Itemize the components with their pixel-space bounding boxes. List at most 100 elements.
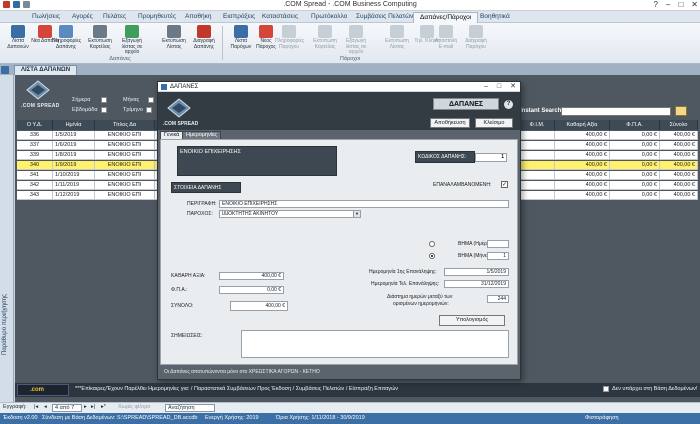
ribbon-button[interactable]: Εκτύπωση Καρτέλας [311,25,339,50]
dialog-maximize-button[interactable]: □ [497,82,501,92]
table-cell[interactable]: 400,00 € [555,131,610,140]
table-cell[interactable]: 400,00 € [555,181,610,190]
table-cell[interactable]: 0,00 € [610,141,660,150]
ribbon-button[interactable]: Εκτύπωση Λίστας [160,25,188,50]
step-months-radio[interactable] [429,253,435,259]
table-cell[interactable]: 400,00 € [660,161,698,170]
filter-checkbox[interactable] [148,97,155,103]
column-header-net[interactable]: Καθαρή Αξία [555,120,610,130]
menu-tab[interactable]: Πρωτόκολλο [305,12,353,23]
menu-tab[interactable]: Εισπράξεις [217,12,261,23]
menu-tab[interactable]: Δαπάνες/Πάροχοι [413,12,479,23]
help-icon[interactable]: ? [504,100,513,109]
calculate-button[interactable]: Υπολογισμός [439,315,505,326]
help-icon[interactable]: ? [654,0,658,9]
menu-tab[interactable]: Αποθήκη [179,12,217,23]
table-cell[interactable]: 400,00 € [555,141,610,150]
table-cell[interactable]: 1/11/2019 [53,181,95,190]
filter-checkbox[interactable] [145,107,152,113]
table-cell[interactable]: 340 [17,161,53,170]
table-cell[interactable]: 1/8/2019 [53,151,95,160]
new-record-button[interactable]: ▸* [101,404,106,410]
step-days-field[interactable] [487,240,509,248]
table-cell[interactable]: 336 [17,131,53,140]
menu-tab[interactable]: Προμηθευτές [132,12,182,23]
table-cell[interactable]: 1/10/2019 [53,171,95,180]
navigation-toggle-icon[interactable] [1,66,9,74]
next-record-button[interactable]: ▸ [84,404,87,410]
ribbon-button[interactable]: Πληροφορίες Παρόχου [275,25,304,50]
table-cell[interactable]: 1/9/2019 [53,161,95,170]
vat-field[interactable]: 0,00 € [219,286,284,294]
notes-field[interactable] [241,330,509,358]
filter-week[interactable]: Εβδομάδα [72,107,107,113]
table-cell[interactable]: 400,00 € [660,131,698,140]
close-button[interactable]: ✕ [691,0,698,9]
table-cell[interactable]: 342 [17,181,53,190]
table-cell[interactable]: 400,00 € [660,181,698,190]
description-field[interactable]: ΕΝΟΙΚΙΟ ΕΠΙΧΕΙΡΗΣΗΣ [219,200,509,208]
filter-checkbox[interactable] [100,107,107,113]
ribbon-button[interactable]: Λίστα Παρόχων [227,25,255,50]
filter-month[interactable]: Μήνας [123,97,155,103]
maximize-button[interactable]: □ [678,0,683,9]
table-cell[interactable]: 339 [17,151,53,160]
column-header-date[interactable]: Ημ/νία [53,120,95,130]
table-cell[interactable] [520,141,555,150]
table-cell[interactable]: 400,00 € [555,151,610,160]
ribbon-button[interactable]: Διαγραφή Δαπάνης [190,25,218,50]
table-cell[interactable] [520,151,555,160]
ribbon-button[interactable]: Εκτύπωση Καρτέλας [86,25,114,50]
save-button[interactable]: Αποθήκευση [430,118,470,128]
navigation-pane[interactable]: Παράθυρο περιήγησης [0,75,14,402]
table-cell[interactable]: ΕΝΟΙΚΙΟ ΕΠΙ [95,131,155,140]
last-date-field[interactable]: 31/12/2019 [444,280,509,288]
code-field[interactable]: 1 [475,153,507,162]
close-dialog-button[interactable]: Κλείσιμο [475,118,513,128]
table-cell[interactable] [520,171,555,180]
recurring-checkbox[interactable]: ✓ [501,181,508,188]
table-cell[interactable]: 400,00 € [555,161,610,170]
table-cell[interactable]: 1/12/2019 [53,191,95,200]
table-cell[interactable]: 400,00 € [660,141,698,150]
filter-quarter[interactable]: Τρίμηνο [123,107,152,113]
table-cell[interactable]: ΕΝΟΙΚΙΟ ΕΠΙ [95,171,155,180]
table-cell[interactable]: 400,00 € [555,171,610,180]
column-header-title[interactable]: Τίτλος Δα [95,120,155,130]
filter-today[interactable]: Σήμερα [72,97,108,103]
first-date-field[interactable]: 1/5/2019 [444,268,509,276]
table-cell[interactable]: 0,00 € [610,161,660,170]
menu-tab[interactable]: Βοηθητικά [474,12,516,23]
chevron-down-icon[interactable]: ▼ [353,211,360,217]
ribbon-button[interactable]: Λίστα Δαπανών [4,25,32,50]
column-header-vat-id[interactable]: Φ.Ι.Μ. [520,120,555,130]
table-cell[interactable]: ΕΝΟΙΚΙΟ ΕΠΙ [95,191,155,200]
table-cell[interactable]: 0,00 € [610,191,660,200]
table-cell[interactable]: 341 [17,171,53,180]
table-cell[interactable]: 1/5/2019 [53,131,95,140]
menu-tab[interactable]: Αγορές [66,12,99,23]
table-cell[interactable]: 0,00 € [610,171,660,180]
tab-dates[interactable]: Ημερομηνίες [182,131,222,139]
record-position[interactable]: 4 από 7 [52,404,82,412]
filter-checkbox[interactable] [101,97,108,103]
table-cell[interactable] [520,131,555,140]
table-cell[interactable]: 400,00 € [555,191,610,200]
table-cell[interactable]: ΕΝΟΙΚΙΟ ΕΠΙ [95,141,155,150]
ribbon-button[interactable]: Αποστολή E-mail [432,25,460,50]
ticker-text[interactable]: ***Επίκαιρες/Έχουν Παρέλθει Ημερομηνίες … [75,386,398,392]
ribbon-button[interactable]: Πληροφορίες Δαπάνης [52,25,81,50]
ribbon-button[interactable]: Διαγραφή Παρόχου [462,25,490,50]
minimize-button[interactable]: – [666,0,670,9]
table-cell[interactable]: ΕΝΟΙΚΙΟ ΕΠΙ [95,161,155,170]
table-cell[interactable] [520,181,555,190]
db-missing-checkbox[interactable] [603,386,609,392]
ribbon-button[interactable]: Εκτύπωση Λίστας [383,25,411,50]
table-cell[interactable]: 400,00 € [660,191,698,200]
table-cell[interactable]: 0,00 € [610,151,660,160]
ribbon-button[interactable]: Εξαγωγή λίστας σε αρχείο [118,25,146,56]
menu-tab[interactable]: Πωλήσεις [26,12,66,23]
table-cell[interactable]: 337 [17,141,53,150]
menu-tab[interactable]: Συμβάσεις Πελατών [350,12,419,23]
ribbon-button[interactable]: Εξαγωγή λίστας σε αρχείο [342,25,370,56]
